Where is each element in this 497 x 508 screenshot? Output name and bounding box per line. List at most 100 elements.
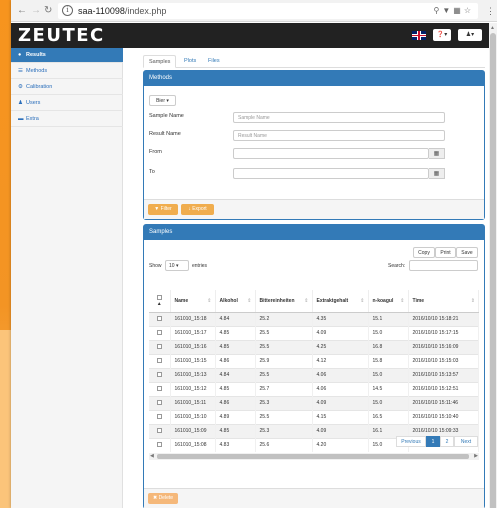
uk-flag-icon[interactable] bbox=[412, 31, 426, 40]
cell-name: 161010_15:10 bbox=[170, 409, 216, 424]
row-select-cell bbox=[149, 395, 171, 410]
method-dropdown[interactable]: Bier ▾ bbox=[149, 95, 176, 106]
table-row[interactable]: 161010_15:12 4.85 25.7 4.06 14.5 2016/10/10 1… bbox=[149, 381, 479, 396]
checkbox[interactable] bbox=[156, 414, 162, 420]
sample-name-input[interactable]: Sample Name bbox=[233, 112, 445, 123]
calendar-icon[interactable]: ▦ bbox=[429, 168, 445, 179]
to-date-input[interactable] bbox=[233, 168, 429, 179]
cell-time: 2016/10/10 15:16:09 bbox=[408, 339, 479, 354]
cell-name: 161010_15:15 bbox=[170, 353, 216, 368]
sidebar-item-extra[interactable]: ▬ Extra bbox=[11, 112, 123, 127]
checkbox[interactable] bbox=[156, 358, 162, 364]
column-header-time[interactable]: Time ⇕ bbox=[408, 290, 479, 313]
samples-panel: Samples Copy Print Save Show 10 ▾ entrie… bbox=[143, 224, 485, 508]
entries-select[interactable]: 10 ▾ bbox=[165, 260, 189, 271]
scroll-up-icon[interactable]: ▲ bbox=[490, 25, 495, 31]
page-scrollbar[interactable]: ▲ ▼ bbox=[489, 23, 497, 508]
filter-icon: ▼ bbox=[154, 206, 160, 212]
filter-icon[interactable]: ▼ bbox=[442, 6, 453, 15]
pagination-page-1[interactable]: 1 bbox=[426, 436, 440, 447]
cell-alkohol: 4.85 bbox=[215, 339, 256, 354]
checkbox[interactable] bbox=[156, 442, 162, 448]
cell-time: 2016/10/10 15:18:21 bbox=[408, 311, 479, 326]
pagination-previous[interactable]: Previous bbox=[396, 436, 426, 447]
samples-table-body: 161010_15:18 4.84 25.2 4.35 15.1 2016/10/10 1… bbox=[149, 311, 479, 452]
show-label: Show bbox=[149, 263, 162, 269]
checkbox[interactable] bbox=[156, 344, 162, 350]
column-header-alkohol[interactable]: Alkohol ⇕ bbox=[215, 290, 256, 313]
table-row[interactable]: 161010_15:17 4.85 25.5 4.09 15.0 2016/10/10 1… bbox=[149, 325, 479, 340]
checkbox[interactable] bbox=[156, 316, 162, 322]
cell-name: 161010_15:08 bbox=[170, 437, 216, 452]
checkbox[interactable] bbox=[156, 428, 162, 434]
address-bar[interactable]: i saa-110098/index.php ⚲▼▦☆ bbox=[58, 3, 478, 19]
table-row[interactable]: 161010_15:18 4.84 25.2 4.35 15.1 2016/10/10 1… bbox=[149, 311, 479, 326]
cell-alkohol: 4.84 bbox=[215, 311, 256, 326]
copy-button[interactable]: Copy bbox=[413, 247, 435, 258]
methods-panel-title: Methods bbox=[144, 71, 484, 86]
samples-panel-title: Samples bbox=[144, 225, 484, 240]
print-button[interactable]: Print bbox=[435, 247, 456, 258]
cell-time: 2016/10/10 15:17:15 bbox=[408, 325, 479, 340]
checkbox[interactable] bbox=[156, 294, 162, 300]
help-menu-button[interactable]: ❓▾ bbox=[433, 29, 451, 41]
cell-extraktgehalt: 4.09 bbox=[312, 395, 369, 410]
scroll-left-icon[interactable]: ◀ bbox=[150, 453, 154, 460]
result-name-label: Result Name bbox=[149, 131, 181, 137]
user-menu-button[interactable]: ♟▾ bbox=[458, 29, 482, 41]
table-row[interactable]: 161010_15:13 4.84 25.5 4.06 15.0 2016/10/10 1… bbox=[149, 367, 479, 382]
star-icon[interactable]: ☆ bbox=[464, 6, 474, 15]
cell-n-koagul: 14.5 bbox=[368, 381, 409, 396]
select-all-header[interactable]: ▲ bbox=[149, 290, 171, 313]
tab-samples[interactable]: Samples bbox=[143, 55, 177, 68]
reload-icon[interactable]: ↻ bbox=[44, 5, 52, 17]
cell-n-koagul: 15.0 bbox=[368, 325, 409, 340]
zoom-icon[interactable]: ⚲ bbox=[433, 6, 442, 15]
cell-extraktgehalt: 4.09 bbox=[312, 325, 369, 340]
pagination-next[interactable]: Next bbox=[454, 436, 478, 447]
tab-plots[interactable]: Plots bbox=[179, 55, 201, 68]
table-scrollbar-thumb[interactable] bbox=[157, 454, 469, 459]
checkbox[interactable] bbox=[156, 386, 162, 392]
filter-button[interactable]: ▼ Filter bbox=[148, 204, 178, 215]
column-header-n-koagul[interactable]: n-koagul ⇕ bbox=[368, 290, 409, 313]
cell-extraktgehalt: 4.20 bbox=[312, 437, 369, 452]
table-row[interactable]: 161010_15:11 4.86 25.3 4.09 15.0 2016/10/10 1… bbox=[149, 395, 479, 410]
row-select-cell bbox=[149, 437, 171, 452]
sidebar-item-methods[interactable]: ☰ Methods bbox=[11, 64, 123, 79]
calendar-icon[interactable]: ▦ bbox=[429, 148, 445, 159]
tab-files[interactable]: Files bbox=[203, 55, 225, 68]
pagination-page-2[interactable]: 2 bbox=[440, 436, 454, 447]
save-button[interactable]: Save bbox=[456, 247, 478, 258]
checkbox[interactable] bbox=[156, 330, 162, 336]
checkbox[interactable] bbox=[156, 400, 162, 406]
row-select-cell bbox=[149, 367, 171, 382]
export-button[interactable]: ↓ Export bbox=[181, 204, 214, 215]
column-header-bittereinheiten[interactable]: Bittereinheiten ⇕ bbox=[255, 290, 313, 313]
column-header-name[interactable]: Name ⇕ bbox=[170, 290, 216, 313]
sidebar-item-users[interactable]: ♟ Users bbox=[11, 96, 123, 111]
checkbox[interactable] bbox=[156, 372, 162, 378]
table-row[interactable]: 161010_15:15 4.86 25.9 4.12 15.8 2016/10/10 1… bbox=[149, 353, 479, 368]
search-input[interactable] bbox=[409, 260, 478, 271]
from-date-input[interactable] bbox=[233, 148, 429, 159]
sidebar-item-results[interactable]: ● Results bbox=[11, 48, 123, 63]
cell-time: 2016/10/10 15:11:46 bbox=[408, 395, 479, 410]
table-row[interactable]: 161010_15:10 4.89 25.5 4.15 16.5 2016/10/10 1… bbox=[149, 409, 479, 424]
cell-alkohol: 4.85 bbox=[215, 325, 256, 340]
result-name-input[interactable]: Result Name bbox=[233, 130, 445, 141]
info-icon[interactable]: i bbox=[62, 5, 73, 16]
translate-icon[interactable]: ▦ bbox=[453, 6, 464, 15]
back-arrow-icon[interactable]: ← bbox=[17, 5, 27, 17]
page-scrollbar-thumb[interactable] bbox=[490, 33, 496, 508]
sidebar-item-calibration[interactable]: ⚙ Calibration bbox=[11, 80, 123, 95]
table-horizontal-scrollbar[interactable]: ◀ ▶ bbox=[149, 453, 479, 460]
scroll-right-icon[interactable]: ▶ bbox=[474, 453, 478, 460]
cell-alkohol: 4.86 bbox=[215, 395, 256, 410]
forward-arrow-icon[interactable]: → bbox=[31, 5, 41, 17]
browser-menu-icon[interactable]: ⋮ bbox=[486, 5, 495, 17]
column-header-extraktgehalt[interactable]: Extraktgehalt ⇕ bbox=[312, 290, 369, 313]
delete-button[interactable]: ✖ Delete bbox=[148, 493, 178, 504]
row-select-cell bbox=[149, 423, 171, 438]
table-row[interactable]: 161010_15:16 4.85 25.5 4.25 16.8 2016/10/10 1… bbox=[149, 339, 479, 354]
